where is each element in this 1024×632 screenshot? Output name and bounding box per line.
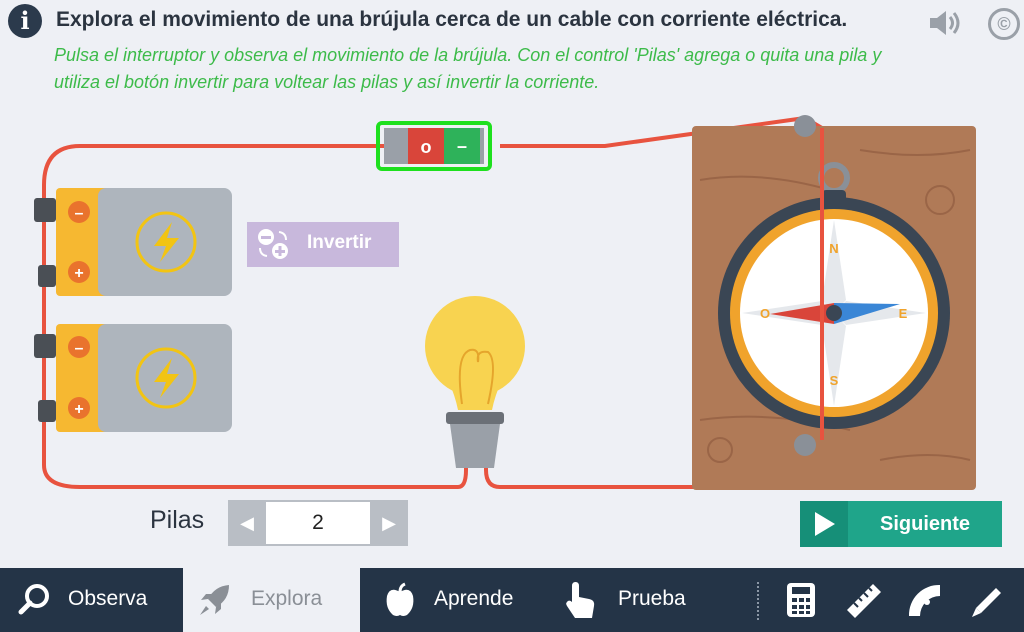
nav-item-label: Explora <box>251 587 323 610</box>
nav-item-label: Aprende <box>434 587 514 610</box>
compass-north-label: N <box>829 241 838 256</box>
rocket-icon <box>200 585 229 615</box>
invert-button-label: Invertir <box>307 232 372 253</box>
compass-east-label: E <box>899 306 908 321</box>
nav-divider <box>757 582 759 620</box>
nav-item-prueba[interactable]: Prueba <box>540 568 730 632</box>
pencil-icon[interactable] <box>968 582 1006 620</box>
hand-pointer-icon <box>566 582 595 618</box>
compass-west-label: O <box>760 306 770 321</box>
svg-text:+: + <box>74 401 83 418</box>
nav-item-aprende[interactable]: Aprende <box>360 568 540 632</box>
next-button[interactable]: Siguiente <box>800 501 1002 547</box>
nav-item-observa[interactable]: Observa <box>0 568 183 632</box>
invert-button[interactable]: Invertir <box>247 222 399 267</box>
nav-item-label: Observa <box>68 587 148 610</box>
instructions-text: Pulsa el interruptor y observa el movimi… <box>54 45 882 92</box>
battery-1: – + <box>34 188 232 296</box>
next-button-label: Siguiente <box>879 513 970 535</box>
pilas-increase-button[interactable]: ▶ <box>370 500 408 546</box>
apple-icon <box>386 582 414 616</box>
svg-text:–: – <box>75 205 84 222</box>
bottom-nav: Observa Explora Aprende Prueba <box>0 568 1024 632</box>
search-icon <box>18 584 49 615</box>
wire-connector-top <box>794 115 816 137</box>
battery-2: – + <box>34 324 232 432</box>
protractor-icon[interactable] <box>906 582 944 620</box>
nav-item-label: Prueba <box>618 587 686 610</box>
svg-text:o: o <box>421 137 432 157</box>
svg-text:+: + <box>74 265 83 282</box>
power-switch[interactable]: o – <box>376 121 492 171</box>
swap-polarity-icon <box>258 229 288 259</box>
pilas-stepper[interactable]: ◀ 2 ▶ <box>228 500 408 546</box>
light-bulb <box>425 296 525 468</box>
pilas-decrease-button[interactable]: ◀ <box>228 500 266 546</box>
play-icon <box>800 501 848 547</box>
svg-text:–: – <box>75 340 84 357</box>
ruler-icon[interactable] <box>845 582 883 620</box>
page-title: Explora el movimiento de una brújula cer… <box>56 8 848 31</box>
compass-south-label: S <box>830 373 839 388</box>
info-button[interactable]: i <box>8 4 42 38</box>
circuit-scene: – + – + o – N S E O <box>34 115 976 490</box>
svg-text:–: – <box>457 136 467 156</box>
sound-icon[interactable] <box>928 10 964 36</box>
nav-item-explora[interactable]: Explora <box>183 568 360 632</box>
pilas-value: 2 <box>266 502 370 544</box>
copyright-icon[interactable]: © <box>988 8 1020 40</box>
calculator-icon[interactable] <box>785 582 817 618</box>
wire-connector-bottom <box>794 434 816 456</box>
pilas-label: Pilas <box>150 506 205 534</box>
